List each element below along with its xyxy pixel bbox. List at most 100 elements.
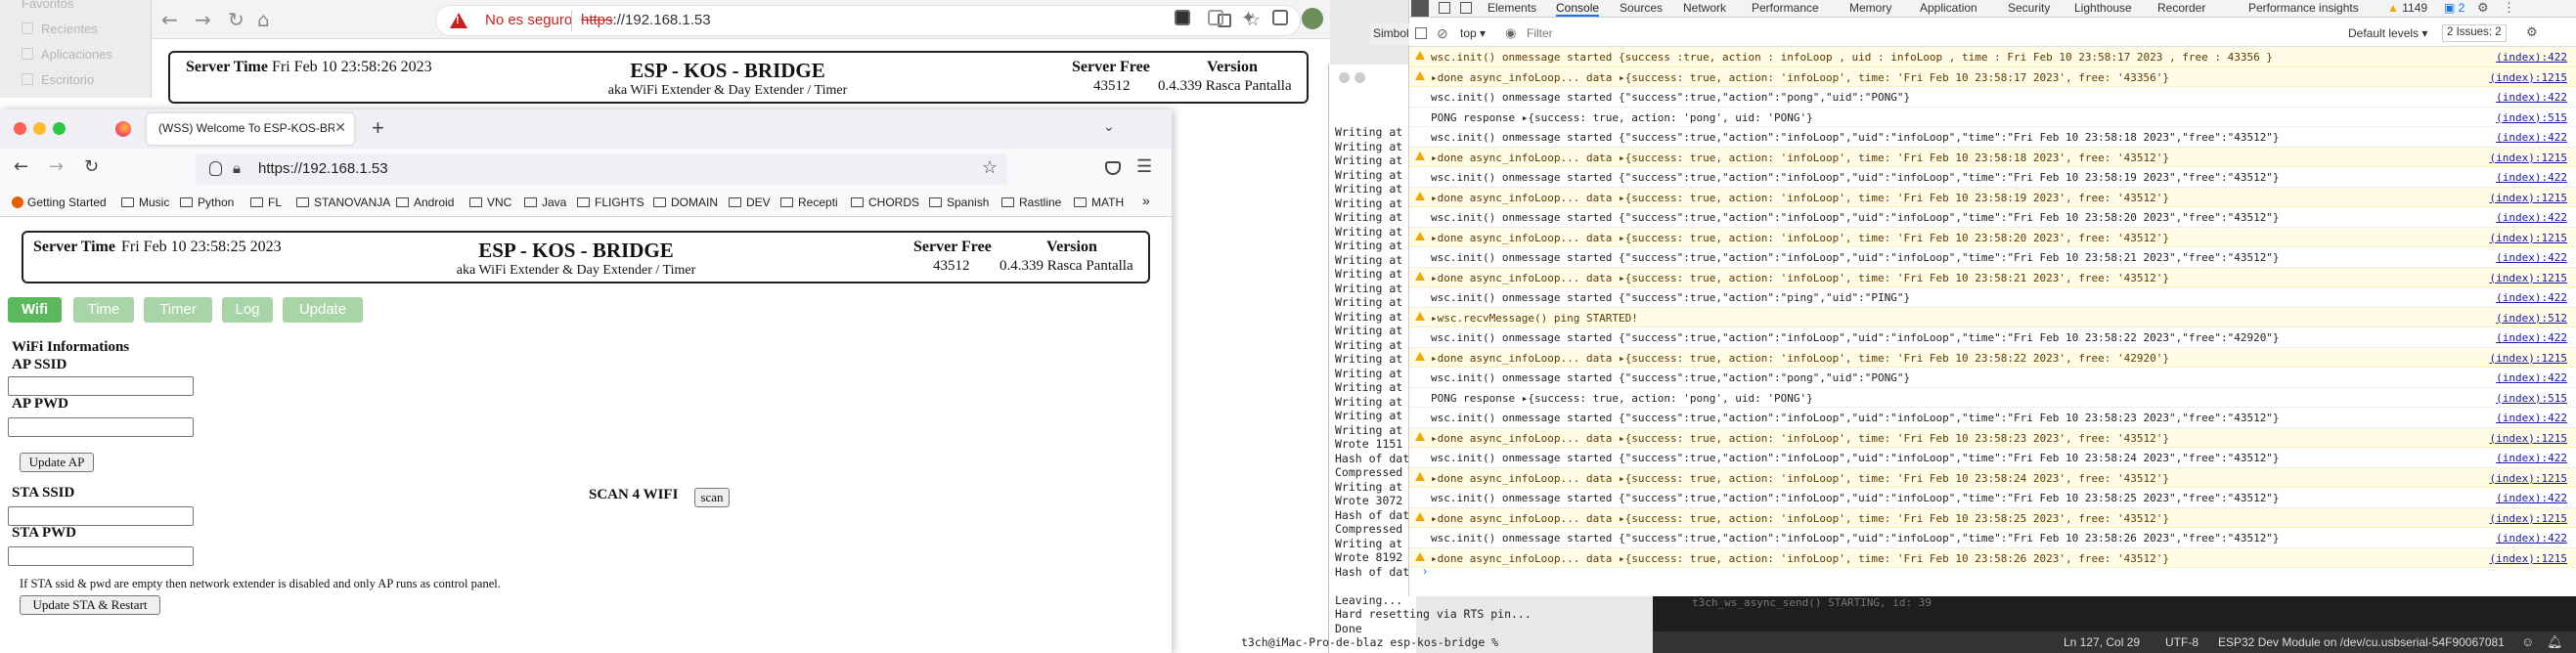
minimize-window-icon[interactable] bbox=[1355, 72, 1365, 83]
tab-memory[interactable]: Memory bbox=[1849, 1, 1891, 15]
bookmark-folder[interactable]: Python bbox=[180, 196, 234, 209]
chevron-down-icon[interactable]: ⌄ bbox=[1103, 118, 1115, 135]
console-message[interactable]: wsc.init() onmessage started {"success":… bbox=[1409, 528, 2576, 548]
console-prompt[interactable]: › bbox=[1423, 564, 1427, 578]
tab-performance[interactable]: Performance bbox=[1752, 1, 1819, 15]
console-message[interactable]: ▸done async_infoLoop... data ▸{success: … bbox=[1409, 427, 2576, 448]
forward-icon[interactable]: → bbox=[195, 8, 211, 31]
console-message[interactable]: wsc.init() onmessage started {"success":… bbox=[1409, 408, 2576, 428]
bookmark-folder[interactable]: Android bbox=[396, 196, 454, 209]
address-bar[interactable]: 🔒︎ https://192.168.1.53 ☆ bbox=[196, 153, 1007, 185]
console-message[interactable]: wsc.init() onmessage started {success :t… bbox=[1409, 47, 2576, 67]
ap-pwd-input[interactable] bbox=[8, 417, 194, 437]
sidebar-item-favorites[interactable]: Favoritos bbox=[22, 0, 73, 11]
back-icon[interactable]: ← bbox=[161, 8, 178, 31]
shield-icon[interactable] bbox=[209, 161, 222, 176]
minimize-window-icon[interactable] bbox=[33, 122, 46, 135]
console-message[interactable]: wsc.init() onmessage started {"success":… bbox=[1409, 488, 2576, 508]
eye-icon[interactable]: ◉ bbox=[1505, 25, 1516, 41]
console-source-link[interactable]: (index):1215 bbox=[2490, 472, 2567, 485]
chevron-right-icon[interactable]: » bbox=[1142, 193, 1150, 208]
tab-timer[interactable]: Timer bbox=[144, 297, 212, 323]
console-source-link[interactable]: (index):422 bbox=[2496, 371, 2567, 384]
console-message[interactable]: wsc.init() onmessage started {"success":… bbox=[1409, 247, 2576, 268]
scan-button[interactable]: scan bbox=[694, 488, 730, 507]
ap-ssid-input[interactable] bbox=[8, 376, 194, 396]
menu-icon[interactable]: ☰ bbox=[1136, 156, 1152, 177]
levels-select[interactable]: Default levels ▾ bbox=[2348, 26, 2427, 40]
bookmark-folder[interactable]: DEV bbox=[729, 196, 771, 209]
console-source-link[interactable]: (index):1215 bbox=[2490, 192, 2567, 204]
console-message[interactable]: ▸done async_infoLoop... data ▸{success: … bbox=[1409, 507, 2576, 528]
tab-esp[interactable]: (WSS) Welcome To ESP-KOS-BRIDG ✕ bbox=[147, 113, 354, 145]
console-message[interactable]: wsc.init() onmessage started {"success":… bbox=[1409, 448, 2576, 468]
console-message[interactable]: wsc.init() onmessage started {"success":… bbox=[1409, 207, 2576, 228]
tab-performance-insights[interactable]: Performance insights bbox=[2248, 1, 2359, 15]
console-message[interactable]: ▸done async_infoLoop... data ▸{success: … bbox=[1409, 147, 2576, 167]
bookmark-folder[interactable]: VNC bbox=[469, 196, 511, 209]
close-icon[interactable]: ✕ bbox=[334, 119, 346, 136]
warning-badge[interactable]: ▲ 1149 bbox=[2387, 1, 2427, 15]
bookmark-folder[interactable]: CHORDS bbox=[851, 196, 919, 209]
console-message[interactable]: ▸done async_infoLoop... data ▸{success: … bbox=[1409, 547, 2576, 568]
tab-time[interactable]: Time bbox=[73, 297, 134, 323]
tab-security[interactable]: Security bbox=[2008, 1, 2050, 15]
console-source-link[interactable]: (index):1215 bbox=[2490, 352, 2567, 365]
bookmark-folder[interactable]: STANOVANJA bbox=[296, 196, 390, 209]
device-icon[interactable] bbox=[1439, 2, 1450, 14]
console-message[interactable]: ▸done async_infoLoop... data ▸{success: … bbox=[1409, 187, 2576, 207]
tab-application[interactable]: Application bbox=[1920, 1, 1977, 15]
console-source-link[interactable]: (index):422 bbox=[2496, 131, 2567, 144]
home-icon[interactable]: ⌂ bbox=[257, 8, 270, 31]
tab-lighthouse[interactable]: Lighthouse bbox=[2074, 1, 2132, 15]
bookmark-folder[interactable]: Spanish bbox=[929, 196, 989, 209]
star-icon[interactable]: ☆ bbox=[982, 157, 998, 178]
console-message[interactable]: ▸done async_infoLoop... data ▸{success: … bbox=[1409, 227, 2576, 247]
console-message[interactable]: wsc.init() onmessage started {"success":… bbox=[1409, 87, 2576, 108]
lock-icon[interactable]: 🔒︎ bbox=[233, 160, 241, 177]
gear-icon[interactable]: ⚙ bbox=[2526, 24, 2538, 40]
bookmark-folder[interactable]: DOMAIN bbox=[653, 196, 718, 209]
tab-network[interactable]: Network bbox=[1683, 1, 1726, 15]
bookmark-folder[interactable]: FL bbox=[250, 196, 282, 209]
board-info[interactable]: ESP32 Dev Module on /dev/cu.usbserial-54… bbox=[2218, 635, 2505, 649]
close-window-icon[interactable] bbox=[1339, 72, 1350, 83]
device-toggle-icon[interactable] bbox=[1460, 2, 1472, 14]
address-bar[interactable]: No es seguro https://192.168.1.53 ☆ bbox=[435, 5, 1301, 36]
sta-pwd-input[interactable] bbox=[8, 546, 194, 566]
console-message[interactable]: ▸done async_infoLoop... data ▸{success: … bbox=[1409, 66, 2576, 87]
inspect-icon[interactable] bbox=[1411, 0, 1429, 17]
account-icon[interactable]: ☺ bbox=[2521, 634, 2534, 649]
console-source-link[interactable]: (index):1215 bbox=[2490, 512, 2567, 525]
close-window-icon[interactable] bbox=[14, 122, 26, 135]
console-source-link[interactable]: (index):422 bbox=[2496, 251, 2567, 264]
console-source-link[interactable]: (index):1215 bbox=[2490, 432, 2567, 445]
update-ap-button[interactable]: Update AP bbox=[20, 453, 94, 472]
console-message[interactable]: ▸done async_infoLoop... data ▸{success: … bbox=[1409, 267, 2576, 287]
console-source-link[interactable]: (index):422 bbox=[2496, 51, 2567, 64]
tab-elements[interactable]: Elements bbox=[1488, 1, 1536, 15]
tab-console[interactable]: Console bbox=[1556, 1, 1600, 17]
console-message[interactable]: PONG response ▸{success: true, action: '… bbox=[1409, 108, 2576, 127]
console-source-link[interactable]: (index):422 bbox=[2496, 412, 2567, 424]
console-message[interactable]: PONG response ▸{success: true, action: '… bbox=[1409, 388, 2576, 408]
cursor-position[interactable]: Ln 127, Col 29 bbox=[2064, 635, 2140, 649]
console-message[interactable]: wsc.init() onmessage started {"success":… bbox=[1409, 287, 2576, 308]
console-filter-input[interactable] bbox=[1527, 24, 1840, 42]
tab-sources[interactable]: Sources bbox=[1620, 1, 1663, 15]
forward-icon[interactable]: → bbox=[49, 156, 64, 177]
bookmark-folder[interactable]: MATH bbox=[1074, 196, 1124, 209]
issues-button[interactable]: 2 Issues: 2 bbox=[2442, 24, 2507, 42]
console-source-link[interactable]: (index):1215 bbox=[2490, 272, 2567, 284]
pocket-icon[interactable] bbox=[1105, 161, 1121, 175]
console-source-link[interactable]: (index):515 bbox=[2496, 392, 2567, 405]
url-text[interactable]: https://192.168.1.53 bbox=[258, 160, 388, 177]
bookmark-folder[interactable]: Music bbox=[121, 196, 169, 209]
console-message[interactable]: ▸done async_infoLoop... data ▸{success: … bbox=[1409, 347, 2576, 368]
console-source-link[interactable]: (index):422 bbox=[2496, 331, 2567, 344]
console-source-link[interactable]: (index):422 bbox=[2496, 211, 2567, 224]
clear-console-icon[interactable]: ⊘ bbox=[1437, 25, 1448, 42]
console-source-link[interactable]: (index):422 bbox=[2496, 171, 2567, 184]
console-source-link[interactable]: (index):422 bbox=[2496, 91, 2567, 104]
back-icon[interactable]: ← bbox=[14, 156, 28, 177]
